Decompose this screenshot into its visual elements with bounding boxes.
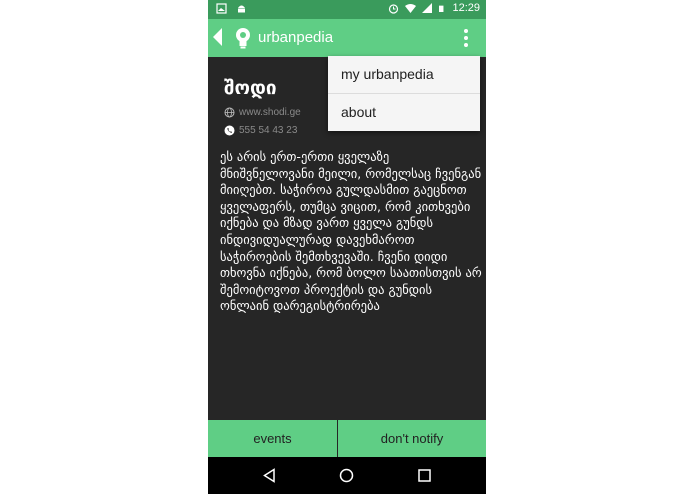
menu-item-my-urbanpedia[interactable]: my urbanpedia: [328, 56, 480, 94]
nav-back-icon[interactable]: [262, 468, 277, 483]
android-notification-icon: [238, 5, 245, 13]
back-arrow-icon[interactable]: [213, 28, 222, 46]
place-name: შოდი: [224, 77, 277, 99]
nav-recent-apps-icon[interactable]: [418, 469, 431, 482]
phone-number[interactable]: 555 54 43 23: [239, 125, 297, 136]
phone-row[interactable]: 555 54 43 23: [224, 125, 297, 136]
navigation-bar: [208, 457, 486, 494]
place-description: ეს არის ერთ-ერთი ყველაზე მნიშვნელოვანი მ…: [220, 149, 482, 314]
nav-home-icon[interactable]: [339, 468, 354, 483]
events-button[interactable]: events: [208, 420, 337, 457]
signal-icon: [422, 2, 433, 13]
globe-icon: [224, 107, 235, 118]
lightbulb-logo-icon: [236, 28, 250, 49]
image-notification-icon: [216, 3, 227, 14]
app-bar: urbanpedia: [208, 19, 486, 57]
overflow-menu-icon[interactable]: [464, 29, 468, 47]
battery-icon: [439, 5, 444, 12]
phone-icon: [224, 125, 235, 136]
dont-notify-button[interactable]: don't notify: [338, 420, 486, 457]
status-bar: 12:29: [208, 0, 486, 19]
overflow-menu: my urbanpedia about: [328, 56, 480, 131]
website-link[interactable]: www.shodi.ge: [239, 107, 301, 118]
alarm-icon: [389, 3, 399, 14]
bottom-buttons: events don't notify: [208, 420, 486, 457]
clock: 12:29: [452, 2, 480, 14]
wifi-icon: [405, 3, 417, 13]
phone-screen: 12:29 urbanpedia შოდი www.shodi.ge 555 5…: [208, 0, 486, 494]
app-title: urbanpedia: [258, 29, 334, 46]
website-row[interactable]: www.shodi.ge: [224, 107, 301, 118]
menu-item-about[interactable]: about: [328, 94, 480, 131]
